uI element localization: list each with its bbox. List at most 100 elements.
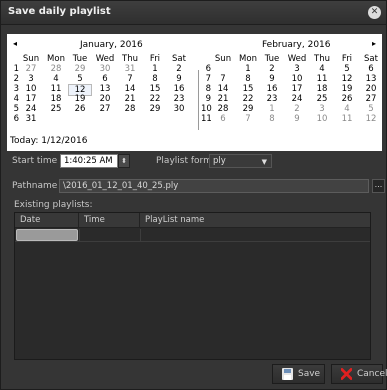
column-header-time[interactable]: Time [79,213,140,228]
weekday-header: Thu [122,54,138,64]
calendar-day[interactable]: 17 [285,84,309,94]
calendar-day[interactable]: 6 [93,74,117,84]
calendar-day[interactable]: 10 [310,114,334,124]
calendar-day[interactable]: 27 [19,64,43,74]
next-month-arrow-icon[interactable]: ▸ [372,39,376,48]
calendar-day[interactable]: 10 [19,84,43,94]
calendar-day[interactable]: 27 [359,94,383,104]
calendar-day[interactable]: 25 [44,104,68,114]
calendar-day[interactable]: 16 [167,84,191,94]
calendar-day[interactable]: 26 [335,94,359,104]
weekday-header: Thu [314,54,330,64]
calendar-day[interactable]: 13 [359,74,383,84]
calendar-day[interactable]: 24 [19,104,43,114]
save-button[interactable]: Save [272,364,325,384]
calendar-day[interactable]: 24 [285,94,309,104]
calendar-day[interactable]: 11 [44,84,68,94]
calendar-day[interactable]: 28 [118,104,142,114]
calendar-day[interactable]: 11 [310,74,334,84]
week-number: 5 [13,104,19,114]
existing-playlists-table[interactable]: Date Time PlayList name [14,212,371,360]
browse-button[interactable]: ... [372,179,385,193]
calendar-day[interactable]: 3 [310,104,334,114]
prev-month-arrow-icon[interactable]: ◂ [13,39,17,48]
calendar-day[interactable]: 20 [93,94,117,104]
calendar-day[interactable]: 27 [93,104,117,114]
calendar-day[interactable]: 14 [211,84,235,94]
calendar-day[interactable]: 18 [44,94,68,104]
calendar-day[interactable]: 9 [260,74,284,84]
calendar-day[interactable]: 28 [211,104,235,114]
calendar-day[interactable]: 21 [118,94,142,104]
calendar-day[interactable]: 7 [118,74,142,84]
calendar-day[interactable]: 5 [68,74,92,84]
calendar-day[interactable]: 17 [19,94,43,104]
calendar-day[interactable]: 18 [310,84,334,94]
calendar-day[interactable]: 8 [143,74,167,84]
calendar-day[interactable]: 15 [236,84,260,94]
week-number: 2 [13,74,19,84]
calendar-day[interactable]: 5 [359,104,383,114]
column-header-date[interactable]: Date [15,213,79,228]
calendar-day[interactable]: 22 [236,94,260,104]
weekday-header: Tue [72,54,88,64]
calendar-day[interactable]: 31 [19,114,43,124]
calendar-day[interactable]: 15 [143,84,167,94]
calendar-day[interactable]: 23 [167,94,191,104]
week-number: 9 [205,94,211,104]
calendar-day[interactable]: 13 [93,84,117,94]
calendar-day[interactable]: 4 [335,104,359,114]
calendar-day[interactable]: 8 [236,74,260,84]
calendar-day[interactable]: 28 [44,64,68,74]
calendar-day[interactable]: 11 [335,114,359,124]
week-number: 11 [201,114,212,124]
calendar-day[interactable]: 19 [335,84,359,94]
calendar-day[interactable]: 2 [167,64,191,74]
calendar-day[interactable]: 8 [260,114,284,124]
calendar-day[interactable]: 14 [118,84,142,94]
calendar-day[interactable]: 9 [167,74,191,84]
pathname-input[interactable]: \2016_01_12_01_40_25.ply [59,179,369,193]
today-label[interactable]: Today: 1/12/2016 [10,136,87,146]
calendar-day[interactable]: 23 [260,94,284,104]
calendar-day[interactable]: 22 [143,94,167,104]
calendar-day[interactable]: 19 [68,94,92,104]
cancel-x-icon [341,368,352,380]
column-header-playlist-name[interactable]: PlayList name [140,213,372,228]
start-time-input[interactable]: 1:40:25 AM [60,154,118,168]
calendar-day[interactable]: 29 [68,64,92,74]
calendar-day[interactable]: 2 [285,104,309,114]
playlist-format-select[interactable]: ply ▼ [209,154,272,168]
calendar-day[interactable]: 29 [236,104,260,114]
calendar-day[interactable]: 3 [19,74,43,84]
calendar-day[interactable]: 21 [211,94,235,104]
calendar-day[interactable]: 4 [44,74,68,84]
start-time-spinner[interactable]: ⬍ [118,154,130,168]
calendar-day[interactable]: 5 [335,64,359,74]
calendar-day[interactable]: 7 [236,114,260,124]
calendar-day[interactable]: 1 [143,64,167,74]
calendar-day[interactable]: 12 [335,74,359,84]
calendar-day[interactable]: 31 [118,64,142,74]
calendar-day[interactable]: 29 [143,104,167,114]
calendar-day[interactable]: 25 [310,94,334,104]
selected-cell[interactable] [16,229,78,241]
calendar-day[interactable]: 12 [359,114,383,124]
calendar-day[interactable]: 7 [211,74,235,84]
calendar-day[interactable]: 10 [285,74,309,84]
calendar-day[interactable]: 4 [310,64,334,74]
calendar-day[interactable]: 6 [211,114,235,124]
calendar-day[interactable]: 16 [260,84,284,94]
calendar-day[interactable]: 30 [93,64,117,74]
close-icon[interactable]: ✕ [368,6,381,19]
calendar-day[interactable]: 1 [260,104,284,114]
calendar-day[interactable]: 20 [359,84,383,94]
cancel-button[interactable]: Cancel [331,364,387,384]
calendar-day[interactable]: 9 [285,114,309,124]
calendar-day[interactable]: 26 [68,104,92,114]
calendar-day[interactable]: 2 [260,64,284,74]
calendar-day[interactable]: 3 [285,64,309,74]
calendar-day[interactable]: 6 [359,64,383,74]
calendar-day[interactable]: 30 [167,104,191,114]
calendar-day[interactable]: 1 [236,64,260,74]
